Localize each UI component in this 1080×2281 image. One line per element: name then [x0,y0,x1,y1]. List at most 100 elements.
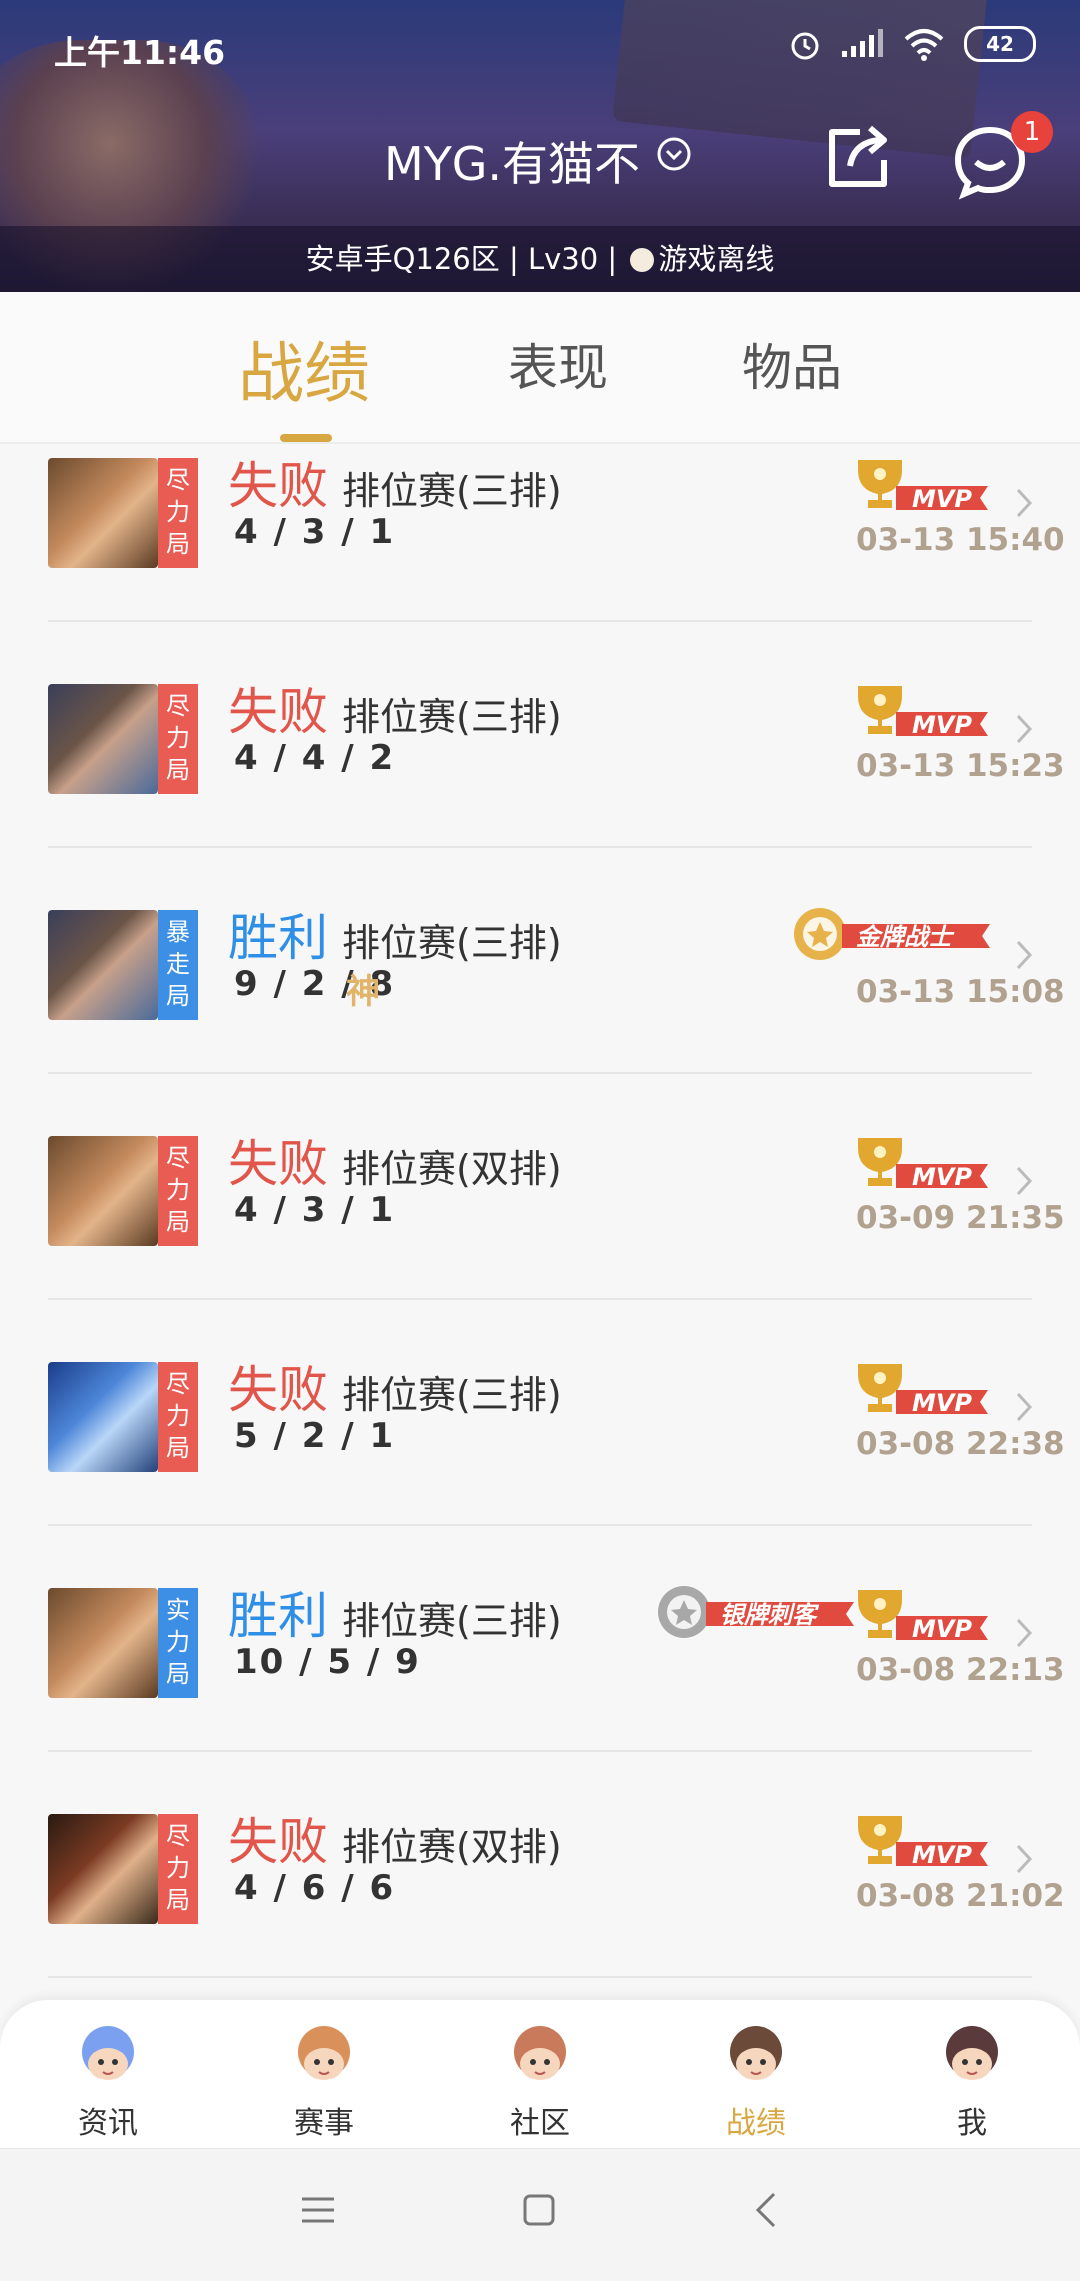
match-time: 03-13 15:23 [856,748,1065,784]
mvp-badge-icon: MVP [858,1364,988,1417]
match-time: 03-13 15:40 [856,522,1065,558]
offline-dot-icon [630,248,655,272]
share-icon[interactable] [820,120,896,196]
wifi-icon [904,29,944,61]
status-time: 上午11:46 [54,33,226,72]
tab-performance[interactable]: 表现 [508,328,608,400]
nav-item-1[interactable]: 资讯 [48,2022,168,2142]
player-name[interactable]: MYG.有猫不 [384,128,640,194]
svg-text:MVP: MVP [912,485,972,513]
match-mode: 排位赛(三排) [342,695,562,739]
status-bar: 上午11:46 42 [0,0,1080,90]
home-icon[interactable] [522,2193,556,2227]
nav-item-2[interactable]: 赛事 [264,2022,384,2142]
svg-text:MVP: MVP [912,1615,972,1643]
match-mode: 排位赛(双排) [342,1825,562,1869]
match-tag: 尽力局 [158,1136,198,1246]
match-mode: 排位赛(三排) [342,921,562,965]
svg-text:MVP: MVP [912,1841,972,1869]
mvp-badge-icon: MVP [858,1138,988,1191]
svg-text:MVP: MVP [912,1389,972,1417]
match-kda: 10 / 5 / 9 [234,1642,421,1682]
server-level-text: 安卓手Q126区 | Lv30 | [305,242,618,276]
match-row[interactable]: 实力局 胜利 排位赛(三排) 10 / 5 / 9 03-08 22:13 银牌刺客 M… [0,1526,1080,1752]
hero-avatar [48,1588,158,1698]
match-tag: 尽力局 [158,1362,198,1472]
match-result: 胜利 [228,909,328,967]
match-result: 失败 [228,683,328,741]
hero-avatar [48,684,158,794]
tab-items[interactable]: 物品 [742,328,842,400]
mvp-badge-icon: MVP [858,686,988,739]
match-row[interactable]: 暴走局 胜利 排位赛(三排) 9 / 2 / 8 神 03-13 15:08 金牌战士 [0,848,1080,1074]
match-result: 失败 [228,1135,328,1193]
match-result: 胜利 [228,1587,328,1645]
chevron-right-icon[interactable] [1014,712,1034,746]
match-row[interactable]: 尽力局 失败 排位赛(三排) 5 / 2 / 1 03-08 22:38 MVP [0,1300,1080,1526]
match-kda: 4 / 3 / 1 [234,512,396,552]
tab-indicator [280,434,332,442]
match-kda: 5 / 2 / 1 [234,1416,396,1456]
system-nav-bar [0,2148,1080,2281]
chevron-down-circle-icon[interactable] [656,136,692,172]
chevron-right-icon[interactable] [1014,1390,1034,1424]
chevron-right-icon[interactable] [1014,1164,1034,1198]
match-row[interactable]: 尽力局 失败 排位赛(双排) 4 / 3 / 1 03-09 21:35 MVP [0,1074,1080,1300]
svg-text:MVP: MVP [912,1163,972,1191]
chevron-right-icon[interactable] [1014,1842,1034,1876]
news-avatar-icon [82,2026,134,2080]
match-tag: 尽力局 [158,1814,198,1924]
row-divider [48,1976,1032,1978]
match-mode: 排位赛(双排) [342,1147,562,1191]
nav-item-4[interactable]: 战绩 [696,2022,816,2142]
match-tag: 实力局 [158,1588,198,1698]
match-kda: 4 / 3 / 1 [234,1190,396,1230]
chevron-right-icon[interactable] [1014,938,1034,972]
match-row[interactable]: 尽力局 失败 排位赛(三排) 4 / 3 / 1 03-13 15:40 MVP [0,444,1080,622]
svg-text:MVP: MVP [912,711,972,739]
events-avatar-icon [298,2026,350,2080]
match-mode: 排位赛(三排) [342,469,562,513]
back-icon[interactable] [754,2191,778,2229]
medal-label: 金牌战士 [856,923,952,951]
match-row[interactable]: 尽力局 失败 排位赛(双排) 4 / 6 / 6 03-08 21:02 MVP [0,1752,1080,1978]
match-kda: 4 / 4 / 2 [234,738,396,778]
server-info-bar: 安卓手Q126区 | Lv30 | 游戏离线 [0,226,1080,292]
records-avatar-icon [730,2026,782,2080]
hero-avatar [48,1362,158,1472]
match-time: 03-08 22:13 [856,1652,1065,1688]
match-time: 03-08 22:38 [856,1426,1065,1462]
match-tag: 尽力局 [158,458,198,568]
match-mode: 排位赛(三排) [342,1373,562,1417]
godlike-tag: 神 [346,972,380,1012]
nav-label: 资讯 [78,2106,138,2141]
silver-medal-badge: 银牌刺客 [648,1582,858,1648]
profile-header: 上午11:46 42 MYG.有猫不 1 安卓手Q126区 | Lv30 | 游… [0,0,1080,292]
hero-avatar [48,1136,158,1246]
gold-medal-badge: 金牌战士 [784,904,994,970]
match-time: 03-09 21:35 [856,1200,1065,1236]
match-result: 失败 [228,1813,328,1871]
nav-label: 赛事 [294,2106,354,2141]
nav-item-3[interactable]: 社区 [480,2022,600,2142]
community-avatar-icon [514,2026,566,2080]
section-tabs: 战绩 表现 物品 [0,292,1080,444]
nav-item-5[interactable]: 我 [912,2022,1032,2142]
nav-label: 战绩 [726,2106,786,2141]
tab-records[interactable]: 战绩 [238,320,370,416]
menu-icon[interactable] [300,2195,336,2225]
message-badge: 1 [1011,111,1053,153]
mvp-badge-icon: MVP [858,1590,988,1643]
match-row[interactable]: 尽力局 失败 排位赛(三排) 4 / 4 / 2 03-13 15:23 MVP [0,622,1080,848]
match-kda: 4 / 6 / 6 [234,1868,396,1908]
nav-label: 社区 [510,2106,570,2141]
chevron-right-icon[interactable] [1014,1616,1034,1650]
me-avatar-icon [946,2026,998,2080]
chevron-right-icon[interactable] [1014,486,1034,520]
match-result: 失败 [228,1361,328,1419]
match-mode: 排位赛(三排) [342,1599,562,1643]
mvp-badge-icon: MVP [858,1816,988,1869]
game-status-text: 游戏离线 [658,242,775,276]
signal-icon [842,29,883,57]
alarm-icon [791,32,819,60]
